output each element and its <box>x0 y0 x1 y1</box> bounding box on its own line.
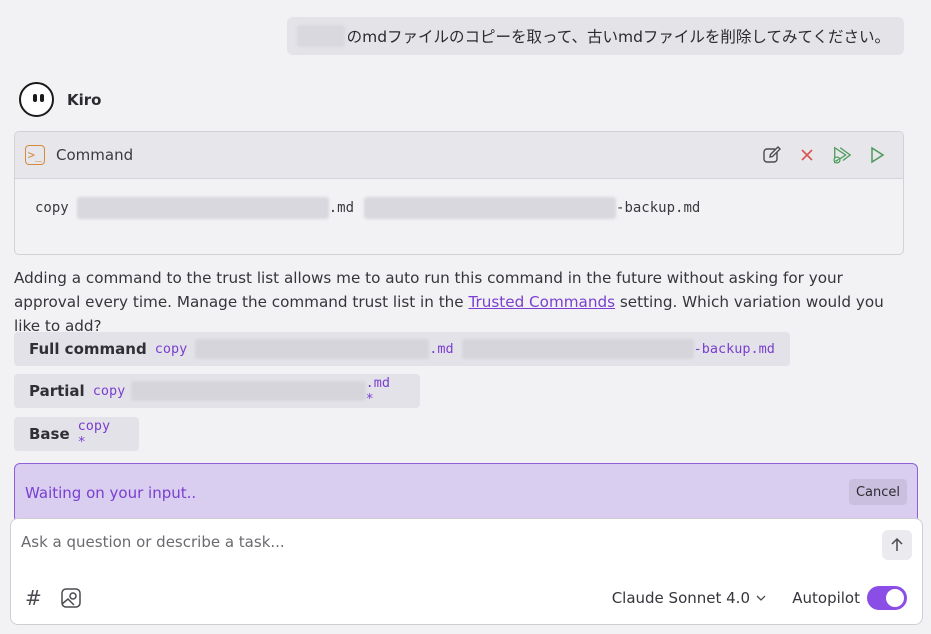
redacted-dest-path <box>364 197 617 219</box>
model-selector[interactable]: Claude Sonnet 4.0 <box>612 589 766 607</box>
command-dst-suffix: -backup.md <box>616 200 701 216</box>
autopilot-toggle[interactable] <box>867 586 907 610</box>
option-partial[interactable]: Partial copy .md * <box>14 374 420 408</box>
terminal-icon: >_ <box>25 145 45 165</box>
agent-header: Kiro <box>19 82 101 117</box>
command-verb: copy <box>35 200 69 216</box>
option-label: Partial <box>29 382 85 400</box>
option-label: Full command <box>29 340 147 358</box>
cancel-button[interactable]: Cancel <box>848 479 907 505</box>
command-title: Command <box>56 146 134 164</box>
reject-icon[interactable] <box>797 145 817 165</box>
chevron-down-icon <box>756 595 766 601</box>
edit-icon[interactable] <box>762 145 782 165</box>
chat-input[interactable] <box>21 533 861 551</box>
waiting-text: Waiting on your input.. <box>25 484 197 502</box>
model-name: Claude Sonnet 4.0 <box>611 589 750 607</box>
option-full-command[interactable]: Full command copy .md -backup.md <box>14 332 790 366</box>
command-text: copy .md -backup.md <box>15 179 903 237</box>
trusted-commands-link[interactable]: Trusted Commands <box>468 293 615 311</box>
trust-explanation: Adding a command to the trust list allow… <box>14 266 894 338</box>
option-base[interactable]: Base copy * <box>14 417 139 451</box>
composer: # Claude Sonnet 4.0 Autopilot <box>10 518 923 625</box>
command-card: >_ Command copy .md -backup.md <box>14 131 904 255</box>
redacted-text <box>296 25 345 47</box>
user-message: のmdファイルのコピーを取って、古いmdファイルを削除してみてください。 <box>286 17 904 55</box>
option-code: copy .md -backup.md <box>154 339 775 359</box>
command-src-suffix: .md <box>328 200 355 216</box>
command-card-header: >_ Command <box>15 132 903 179</box>
redacted-path <box>195 339 430 359</box>
redacted-path <box>131 381 366 401</box>
redacted-source-path <box>76 197 329 219</box>
trust-icon[interactable] <box>832 145 852 165</box>
redacted-path <box>461 339 694 359</box>
send-button[interactable] <box>882 530 912 560</box>
option-code: copy * <box>77 418 111 450</box>
autopilot-label: Autopilot <box>792 589 860 607</box>
option-label: Base <box>29 425 70 443</box>
hash-icon[interactable]: # <box>25 586 42 610</box>
option-code: copy .md * <box>92 375 391 407</box>
waiting-banner: Waiting on your input.. Cancel <box>14 463 918 523</box>
run-icon[interactable] <box>867 145 887 165</box>
kiro-avatar <box>19 82 54 117</box>
agent-name: Kiro <box>67 90 102 109</box>
image-icon[interactable] <box>60 587 82 613</box>
arrow-up-icon <box>891 537 903 551</box>
user-message-text: のmdファイルのコピーを取って、古いmdファイルを削除してみてください。 <box>346 28 890 46</box>
